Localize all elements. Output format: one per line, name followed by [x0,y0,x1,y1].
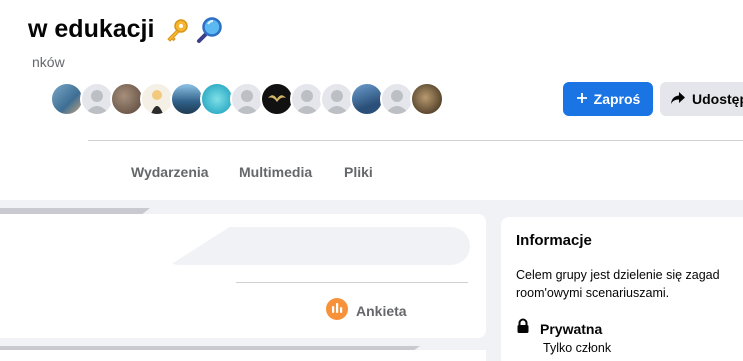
avatar[interactable] [140,82,174,116]
invite-button[interactable]: Zaproś [563,82,653,116]
tab-events[interactable]: Wydarzenia [131,164,209,180]
privacy-subtitle: Tylko członk [543,341,612,355]
avatar[interactable] [50,82,84,116]
lock-icon [516,318,530,339]
avatar[interactable] [350,82,384,116]
header-divider [88,140,743,141]
avatar[interactable] [80,82,114,116]
post-card [0,350,486,361]
poll-icon [326,298,348,323]
avatar[interactable] [110,82,144,116]
invite-button-label: Zaproś [593,91,641,107]
avatar[interactable] [170,82,204,116]
magnifier-emoji-icon [196,16,224,44]
member-avatars [50,82,444,116]
share-button[interactable]: Udostęp [660,82,743,116]
share-button-label: Udostęp [692,91,743,107]
avatar[interactable] [200,82,234,116]
privacy-title: Prywatna [540,320,603,337]
group-title-text: w edukacji [28,15,155,43]
avatar[interactable] [230,82,264,116]
members-count-label: nków [32,54,65,70]
key-emoji-icon [164,16,192,44]
avatar[interactable] [380,82,414,116]
about-title: Informacje [516,232,592,249]
avatar[interactable] [290,82,324,116]
tab-media[interactable]: Multimedia [239,164,312,180]
avatar[interactable] [320,82,354,116]
tab-files[interactable]: Pliki [344,164,373,180]
poll-label: Ankieta [356,302,407,319]
plus-icon [576,91,588,107]
privacy-row: Prywatna [516,318,602,339]
poll-button[interactable]: Ankieta [326,298,407,323]
avatar[interactable] [410,82,444,116]
avatar[interactable] [260,82,294,116]
group-title: w edukacji [28,15,224,44]
composer-divider [236,282,468,283]
share-arrow-icon [670,91,686,108]
about-description: Celem grupy jest dzielenie się zagad roo… [516,268,720,300]
